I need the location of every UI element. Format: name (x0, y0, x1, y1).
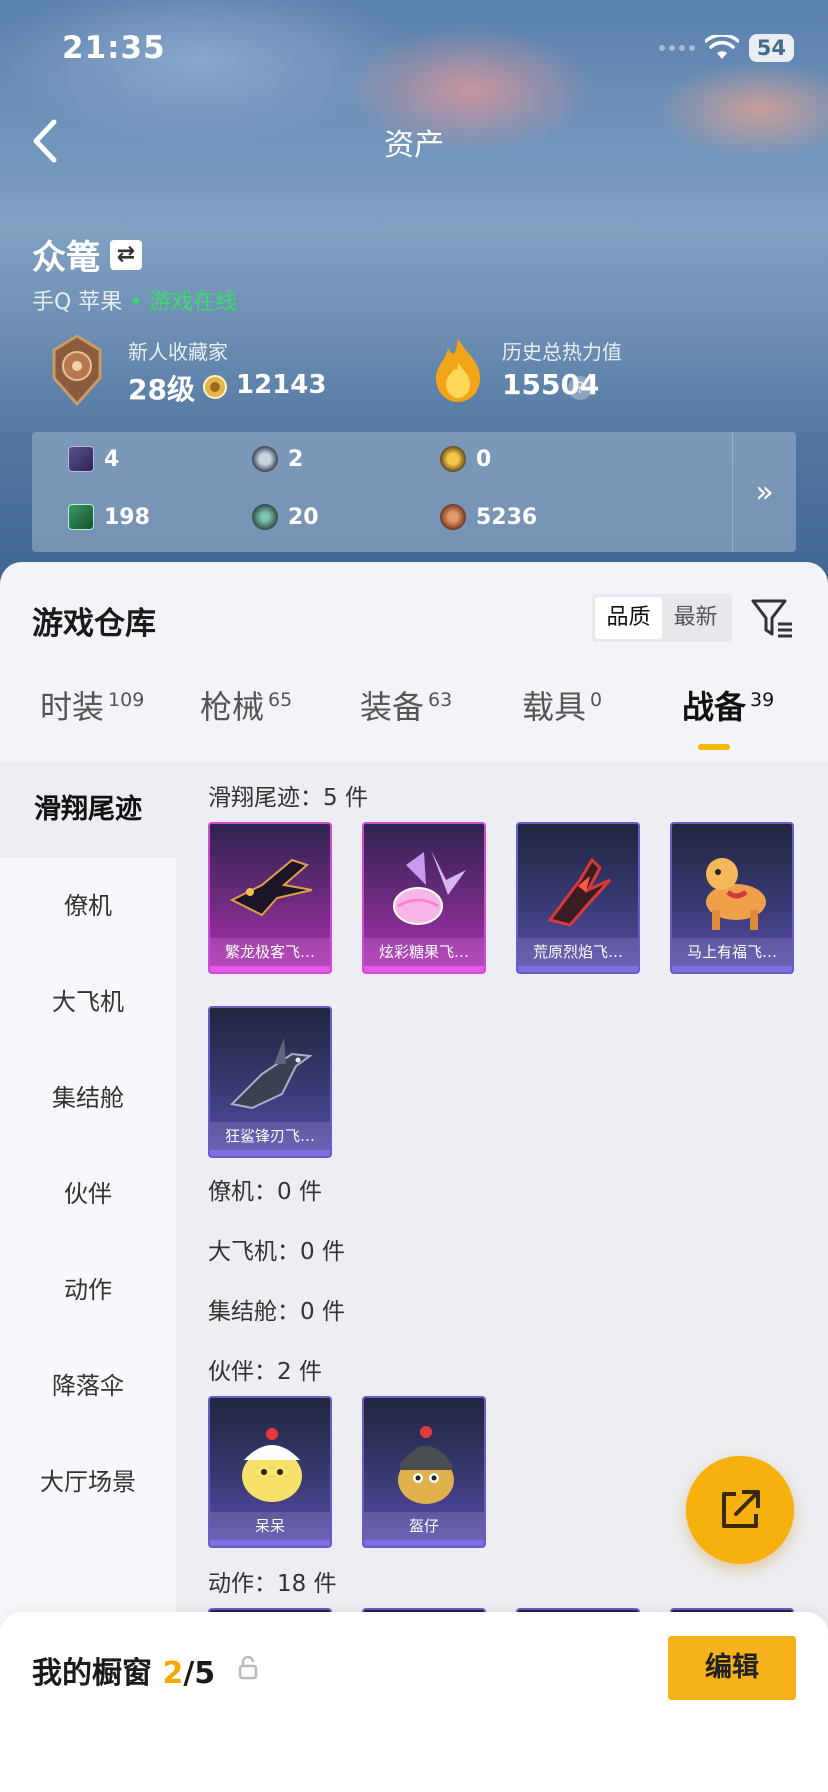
heat-label: 历史总热力值 (502, 340, 622, 364)
expand-resources-button[interactable]: » (732, 432, 796, 552)
item-card[interactable]: 荒原烈焰飞… (516, 822, 640, 974)
sort-quality-option[interactable]: 品质 (595, 597, 662, 639)
lucky-horse-icon (706, 858, 766, 930)
help-icon[interactable]: ? (568, 376, 592, 400)
item-name: 呆呆 (210, 1512, 330, 1540)
resource-item[interactable]: 198 (68, 504, 150, 530)
shark-trail-icon (229, 1038, 313, 1110)
showcase-bar: 我的橱窗 2/5 编辑 (0, 1612, 828, 1792)
sidebar-item-plane[interactable]: 大飞机 (0, 954, 176, 1050)
tab-equipment[interactable]: 装备 63 (360, 682, 452, 728)
online-status: • 游戏在线 (129, 290, 238, 315)
player-platform: 手Q 苹果 (32, 290, 123, 315)
item-name: 狂鲨锋刃飞… (210, 1122, 330, 1150)
showcase-label: 我的橱窗 (32, 1656, 152, 1691)
sort-toggle: 品质 最新 (592, 594, 732, 642)
collector-level: 28级 (128, 373, 195, 406)
sidebar-item-wingman[interactable]: 僚机 (0, 858, 176, 954)
item-card[interactable]: 炫彩糖果飞… (362, 822, 486, 974)
wifi-icon (704, 35, 739, 59)
gold-emblem-icon (440, 446, 466, 472)
section-header-pod: 集结舱：0 件 (208, 1299, 345, 1325)
sidebar-item-action[interactable]: 动作 (0, 1242, 176, 1338)
status-indicators: 54 (658, 34, 794, 62)
green-card-icon (68, 504, 94, 530)
share-button[interactable] (686, 1456, 794, 1564)
silver-emblem-icon (252, 446, 278, 472)
item-card[interactable]: 马上有福飞… (670, 822, 794, 974)
resource-item[interactable]: 20 (252, 504, 319, 530)
helmet-chick-partner-icon (398, 1426, 454, 1504)
purple-card-icon (68, 446, 94, 472)
item-name: 盔仔 (364, 1512, 484, 1540)
profile-hero: 21:35 54 资产 众篭 ⇄ 手Q 苹果 • 游戏在线 新人收藏家 28级 … (0, 0, 828, 600)
player-name-row: 众篭 ⇄ (32, 230, 142, 279)
external-link-icon (722, 1490, 760, 1528)
showcase-current: 2 (162, 1656, 184, 1691)
section-header-action: 动作：18 件 (208, 1571, 337, 1597)
section-header-plane: 大飞机：0 件 (208, 1239, 345, 1265)
page-title: 资产 (384, 128, 444, 163)
filter-icon[interactable] (750, 596, 794, 640)
sidebar-item-trail[interactable]: 滑翔尾迹 (0, 762, 176, 858)
section-header-partner: 伙伴：2 件 (208, 1359, 322, 1385)
player-name: 众篭 (32, 238, 100, 278)
showcase-total: /5 (183, 1656, 216, 1691)
tab-battle-prep[interactable]: 战备 39 (682, 682, 774, 728)
collector-title: 新人收藏家 (128, 340, 228, 364)
sidebar-item-partner[interactable]: 伙伴 (0, 1146, 176, 1242)
sidebar-item-lobby-scene[interactable]: 大厅场景 (0, 1434, 176, 1530)
item-card[interactable]: 呆呆 (208, 1396, 332, 1548)
flame-icon (436, 338, 480, 402)
section-header-trail: 滑翔尾迹：5 件 (208, 785, 368, 811)
resource-item[interactable]: 0 (440, 446, 491, 472)
showcase-title-row: 我的橱窗 2/5 (32, 1648, 215, 1692)
sidebar-item-pod[interactable]: 集结舱 (0, 1050, 176, 1146)
chick-partner-icon (242, 1428, 302, 1502)
tab-vehicles[interactable]: 载具 0 (522, 682, 602, 728)
active-tab-indicator (698, 744, 730, 750)
item-card[interactable]: 繁龙极客飞… (208, 822, 332, 974)
category-tabs: 时装 109 枪械 65 装备 63 载具 0 战备 39 (0, 682, 828, 762)
warehouse-title: 游戏仓库 (32, 606, 156, 642)
flame-trail-icon (547, 857, 612, 927)
lock-icon (238, 1656, 258, 1680)
resource-panel: 4 2 0 198 20 5236 » (32, 432, 796, 552)
tab-fashion[interactable]: 时装 109 (40, 682, 144, 728)
item-name: 马上有福飞… (672, 938, 792, 966)
cellular-signal-icon (658, 45, 695, 51)
edit-button[interactable]: 编辑 (668, 1636, 796, 1700)
player-platform-row: 手Q 苹果 • 游戏在线 (32, 284, 237, 316)
resource-item[interactable]: 4 (68, 446, 119, 472)
resource-item[interactable]: 2 (252, 446, 303, 472)
item-name: 炫彩糖果飞… (364, 938, 484, 966)
sort-newest-option[interactable]: 最新 (662, 597, 729, 639)
item-name: 繁龙极客飞… (210, 938, 330, 966)
orb-icon (252, 504, 278, 530)
item-name: 荒原烈焰飞… (518, 938, 638, 966)
switch-account-icon[interactable]: ⇄ (110, 239, 142, 270)
status-time: 21:35 (62, 30, 166, 66)
bronze-coin-icon (440, 504, 466, 530)
collector-medal-icon (52, 334, 102, 406)
item-card[interactable]: 盔仔 (362, 1396, 486, 1548)
sidebar-item-parachute[interactable]: 降落伞 (0, 1338, 176, 1434)
candy-trail-icon (393, 850, 466, 925)
section-header-wingman: 僚机：0 件 (208, 1179, 322, 1205)
coin-value: 12143 (236, 370, 327, 400)
item-card[interactable]: 狂鲨锋刃飞… (208, 1006, 332, 1158)
battery-indicator: 54 (748, 34, 794, 62)
dragon-trail-icon (229, 858, 313, 917)
coin-icon (203, 375, 227, 399)
resource-item[interactable]: 5236 (440, 504, 537, 530)
tab-firearms[interactable]: 枪械 65 (200, 682, 292, 728)
